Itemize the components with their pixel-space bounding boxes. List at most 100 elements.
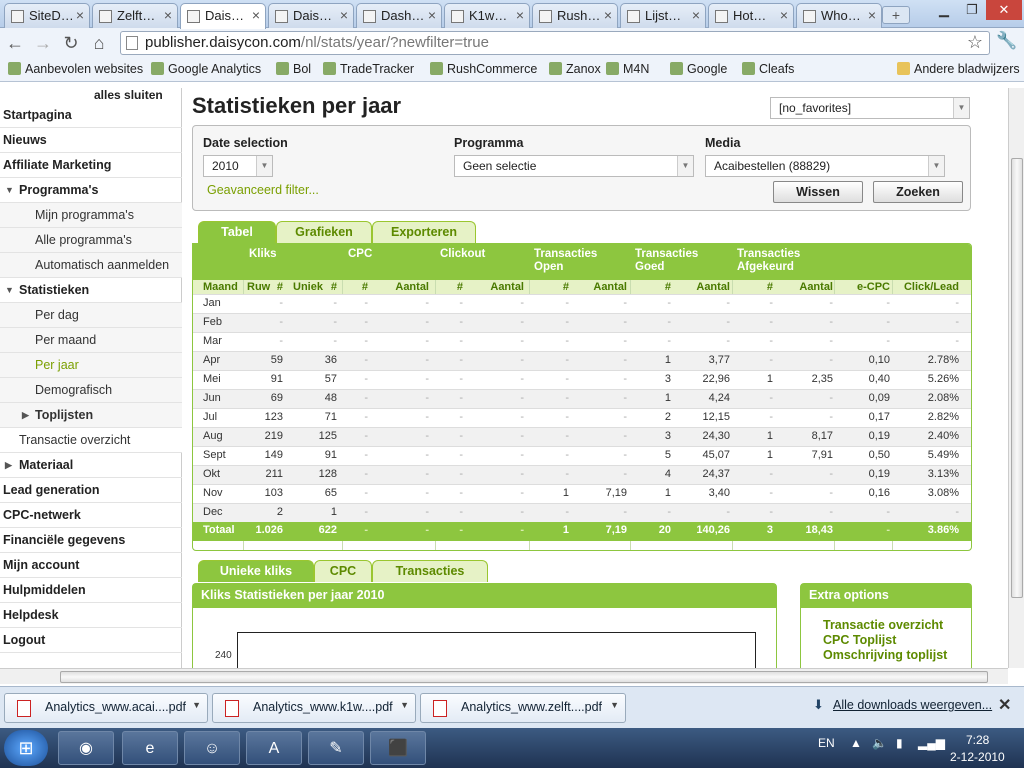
link-transactie-overzicht[interactable]: Transactie overzicht — [823, 618, 943, 632]
close-window-button[interactable]: ✕ — [986, 0, 1022, 20]
new-tab-button[interactable]: + — [882, 6, 910, 24]
download-item[interactable]: Analytics_www.acai....pdf ▼ — [4, 693, 208, 723]
browser-tab[interactable]: Rush… × — [532, 3, 618, 28]
network-icon[interactable]: ▂▄▆ — [918, 736, 945, 750]
browser-tab[interactable]: Dash… × — [356, 3, 442, 28]
sidebar-item-materiaal[interactable]: ▶ Materiaal — [0, 453, 182, 478]
sidebar-item-helpdesk[interactable]: Helpdesk — [0, 603, 182, 628]
bookmark-item[interactable]: Cleafs — [742, 62, 794, 76]
triangle-down-icon[interactable]: ▼ — [5, 178, 14, 203]
column-header[interactable]: e-CPC — [857, 280, 890, 294]
vertical-scrollbar[interactable] — [1008, 88, 1024, 668]
sidebar-item-hulpmiddelen[interactable]: Hulpmiddelen — [0, 578, 182, 603]
close-tab-icon[interactable]: × — [516, 7, 524, 23]
media-select[interactable]: Acaibestellen (88829) ▼ — [705, 155, 945, 177]
close-tab-icon[interactable]: × — [428, 7, 436, 23]
minimize-button[interactable]: ▁ — [930, 0, 958, 20]
sidebar-item-automatisch-aanmelden[interactable]: Automatisch aanmelden — [0, 253, 182, 278]
sidebar-item-per-dag[interactable]: Per dag — [0, 303, 182, 328]
bookmark-item[interactable]: Google Analytics — [151, 62, 261, 76]
sidebar-item-statistieken[interactable]: ▼ Statistieken — [0, 278, 182, 303]
bookmark-item[interactable]: Aanbevolen websites — [8, 62, 143, 76]
close-tab-icon[interactable]: × — [868, 7, 876, 23]
bookmark-item[interactable]: RushCommerce — [430, 62, 537, 76]
date-select[interactable]: 2010 ▼ — [203, 155, 273, 177]
bookmark-item[interactable]: Google — [670, 62, 727, 76]
tab-grafieken[interactable]: Grafieken — [276, 221, 372, 243]
bookmark-item[interactable]: TradeTracker — [323, 62, 414, 76]
link-omschrijving-toplijst[interactable]: Omschrijving toplijst — [823, 648, 947, 662]
clear-button[interactable]: Wissen — [773, 181, 863, 203]
close-tab-icon[interactable]: × — [252, 7, 260, 23]
browser-tab[interactable]: Who… × — [796, 3, 882, 28]
close-tab-icon[interactable]: × — [164, 7, 172, 23]
column-header[interactable]: Uniek — [293, 280, 323, 294]
sidebar-item-programma-s[interactable]: ▼ Programma's — [0, 178, 182, 203]
sidebar-item-mijn-programma-s[interactable]: Mijn programma's — [0, 203, 182, 228]
close-tab-icon[interactable]: × — [340, 7, 348, 23]
browser-tab[interactable]: SiteD… × — [4, 3, 90, 28]
close-icon[interactable]: ✕ — [998, 695, 1011, 715]
home-icon[interactable]: ⌂ — [88, 32, 110, 54]
browser-tab[interactable]: Hot… × — [708, 3, 794, 28]
column-header[interactable]: Aantal — [395, 280, 429, 294]
download-item[interactable]: Analytics_www.k1w....pdf ▼ — [212, 693, 416, 723]
address-bar[interactable]: publisher.daisycon.com/nl/stats/year/?ne… — [120, 31, 990, 55]
column-header[interactable]: # — [277, 280, 283, 294]
browser-tab[interactable]: Dais… × — [268, 3, 354, 28]
close-tab-icon[interactable]: × — [604, 7, 612, 23]
triangle-down-icon[interactable]: ▼ — [5, 278, 14, 303]
chevron-down-icon[interactable]: ▼ — [400, 700, 409, 710]
sidebar-item-financi-le-gegevens[interactable]: Financiële gegevens — [0, 528, 182, 553]
sidebar-item-logout[interactable]: Logout — [0, 628, 182, 653]
favorites-select[interactable]: [no_favorites] ▼ — [770, 97, 970, 119]
advanced-filter-link[interactable]: Geavanceerd filter... — [207, 183, 319, 197]
sidebar-item-per-maand[interactable]: Per maand — [0, 328, 182, 353]
browser-tab[interactable]: Dais… × — [180, 3, 266, 29]
close-tab-icon[interactable]: × — [780, 7, 788, 23]
scroll-thumb[interactable] — [60, 671, 988, 683]
people-taskbar-icon[interactable]: ☺ — [184, 731, 240, 765]
start-button[interactable]: ⊞ — [4, 730, 48, 766]
close-tab-icon[interactable]: × — [692, 7, 700, 23]
sidebar-item-transactie-overzicht[interactable]: Transactie overzicht — [0, 428, 182, 453]
tab-unieke-kliks[interactable]: Unieke kliks — [198, 560, 314, 582]
column-header[interactable]: # — [331, 280, 337, 294]
sidebar-item-mijn-account[interactable]: Mijn account — [0, 553, 182, 578]
column-header[interactable]: Click/Lead — [904, 280, 959, 294]
other-bookmarks-folder[interactable]: Andere bladwijzers — [897, 62, 1020, 76]
browser-tab[interactable]: Zelft… × — [92, 3, 178, 28]
sidebar-item-affiliate-marketing[interactable]: Affiliate Marketing — [0, 153, 182, 178]
all-downloads-link[interactable]: Alle downloads weergeven... — [833, 698, 992, 712]
column-header[interactable]: Maand — [203, 280, 238, 294]
scroll-thumb[interactable] — [1011, 158, 1023, 598]
reload-icon[interactable]: ↻ — [60, 32, 82, 54]
ie-taskbar-icon[interactable]: e — [122, 731, 178, 765]
bookmark-item[interactable]: M4N — [606, 62, 649, 76]
chevron-down-icon[interactable]: ▼ — [610, 700, 619, 710]
column-header[interactable]: Aantal — [696, 280, 730, 294]
browser-tab[interactable]: Lijst… × — [620, 3, 706, 28]
sidebar-item-alle-programma-s[interactable]: Alle programma's — [0, 228, 182, 253]
bookmark-item[interactable]: Zanox — [549, 62, 601, 76]
battery-icon[interactable]: ▮ — [896, 736, 903, 750]
browser-tab[interactable]: K1w… × — [444, 3, 530, 28]
link-cpc-toplijst[interactable]: CPC Toplijst — [823, 633, 896, 647]
tab-cpc[interactable]: CPC — [314, 560, 372, 582]
download-item[interactable]: Analytics_www.zelft....pdf ▼ — [420, 693, 626, 723]
triangle-right-icon[interactable]: ▶ — [5, 453, 12, 478]
column-header[interactable]: Ruw — [247, 280, 270, 294]
sidebar-item-cpc-netwerk[interactable]: CPC-netwerk — [0, 503, 182, 528]
sidebar-item-per-jaar[interactable]: Per jaar — [0, 353, 182, 378]
column-header[interactable]: Aantal — [490, 280, 524, 294]
paint-taskbar-icon[interactable]: ✎ — [308, 731, 364, 765]
column-header[interactable]: # — [563, 280, 569, 294]
sidebar-item-startpagina[interactable]: Startpagina — [0, 103, 182, 128]
pdf-taskbar-icon[interactable]: ⬛ — [370, 731, 426, 765]
column-header[interactable]: # — [362, 280, 368, 294]
tab-exporteren[interactable]: Exporteren — [372, 221, 476, 243]
triangle-right-icon[interactable]: ▶ — [22, 403, 29, 428]
chevron-down-icon[interactable]: ▼ — [192, 700, 201, 710]
close-all-link[interactable]: alles sluiten — [94, 88, 163, 102]
column-header[interactable]: # — [457, 280, 463, 294]
